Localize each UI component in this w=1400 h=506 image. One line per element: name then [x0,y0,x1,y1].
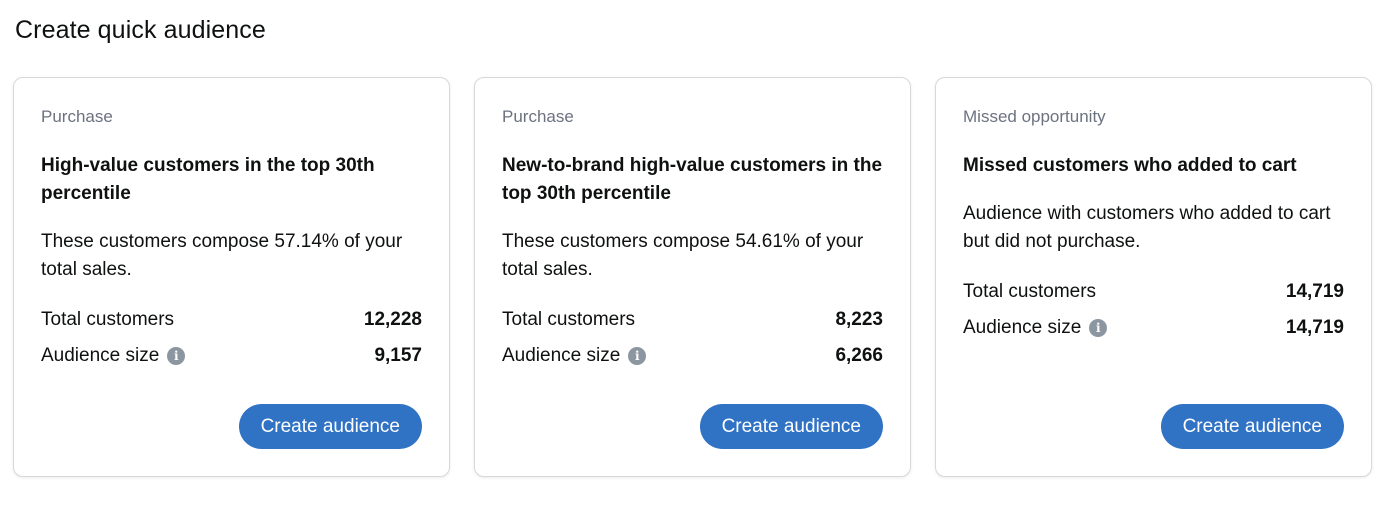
audience-size-label-group: Audience size i [502,345,647,367]
audience-card-missed-opportunity: Missed opportunity Missed customers who … [935,77,1372,477]
audience-size-value: 14,719 [1285,317,1344,338]
card-title: High-value customers in the top 30th per… [41,155,375,204]
card-content: Purchase New-to-brand high-value custome… [502,106,883,374]
info-icon[interactable]: i [628,347,647,365]
create-audience-button[interactable]: Create audience [699,404,883,449]
audience-size-label: Audience size [502,345,621,366]
total-customers-value: 12,228 [363,309,422,330]
info-icon[interactable]: i [167,347,186,365]
stat-row-total-customers: Total customers 8,223 [502,302,883,338]
audience-size-value: 6,266 [835,345,883,366]
audience-size-label-group: Audience size i [41,345,186,367]
card-description: These customers compose 57.14% of your t… [41,231,403,280]
info-icon[interactable]: i [1089,319,1108,337]
total-customers-label: Total customers [502,309,636,330]
card-content: Missed opportunity Missed customers who … [963,106,1344,346]
total-customers-value: 8,223 [835,309,883,330]
card-category: Purchase [502,107,574,126]
quick-audience-cards: Purchase High-value customers in the top… [13,77,1372,477]
card-category: Missed opportunity [963,107,1106,126]
page-title: Create quick audience [15,16,266,44]
stat-row-audience-size: Audience size i 14,719 [963,310,1344,346]
card-description: Audience with customers who added to car… [963,203,1331,252]
card-stats: Total customers 8,223 Audience size i 6,… [502,302,883,374]
card-description: These customers compose 54.61% of your t… [502,231,864,280]
create-audience-button[interactable]: Create audience [238,404,422,449]
stat-row-total-customers: Total customers 14,719 [963,274,1344,310]
total-customers-label: Total customers [41,309,175,330]
audience-card-high-value: Purchase High-value customers in the top… [13,77,450,477]
audience-size-label: Audience size [963,317,1082,338]
card-title: Missed customers who added to cart [963,155,1297,176]
audience-card-new-to-brand: Purchase New-to-brand high-value custome… [474,77,911,477]
card-category: Purchase [41,107,113,126]
audience-size-label: Audience size [41,345,160,366]
stat-row-audience-size: Audience size i 6,266 [502,338,883,374]
audience-size-value: 9,157 [374,345,422,366]
stat-row-total-customers: Total customers 12,228 [41,302,422,338]
create-audience-button[interactable]: Create audience [1160,404,1344,449]
card-content: Purchase High-value customers in the top… [41,106,422,374]
audience-size-label-group: Audience size i [963,317,1108,339]
stat-row-audience-size: Audience size i 9,157 [41,338,422,374]
card-title: New-to-brand high-value customers in the… [502,155,883,204]
total-customers-label: Total customers [963,281,1097,302]
card-stats: Total customers 12,228 Audience size i 9… [41,302,422,374]
total-customers-value: 14,719 [1285,281,1344,302]
card-stats: Total customers 14,719 Audience size i 1… [963,274,1344,346]
